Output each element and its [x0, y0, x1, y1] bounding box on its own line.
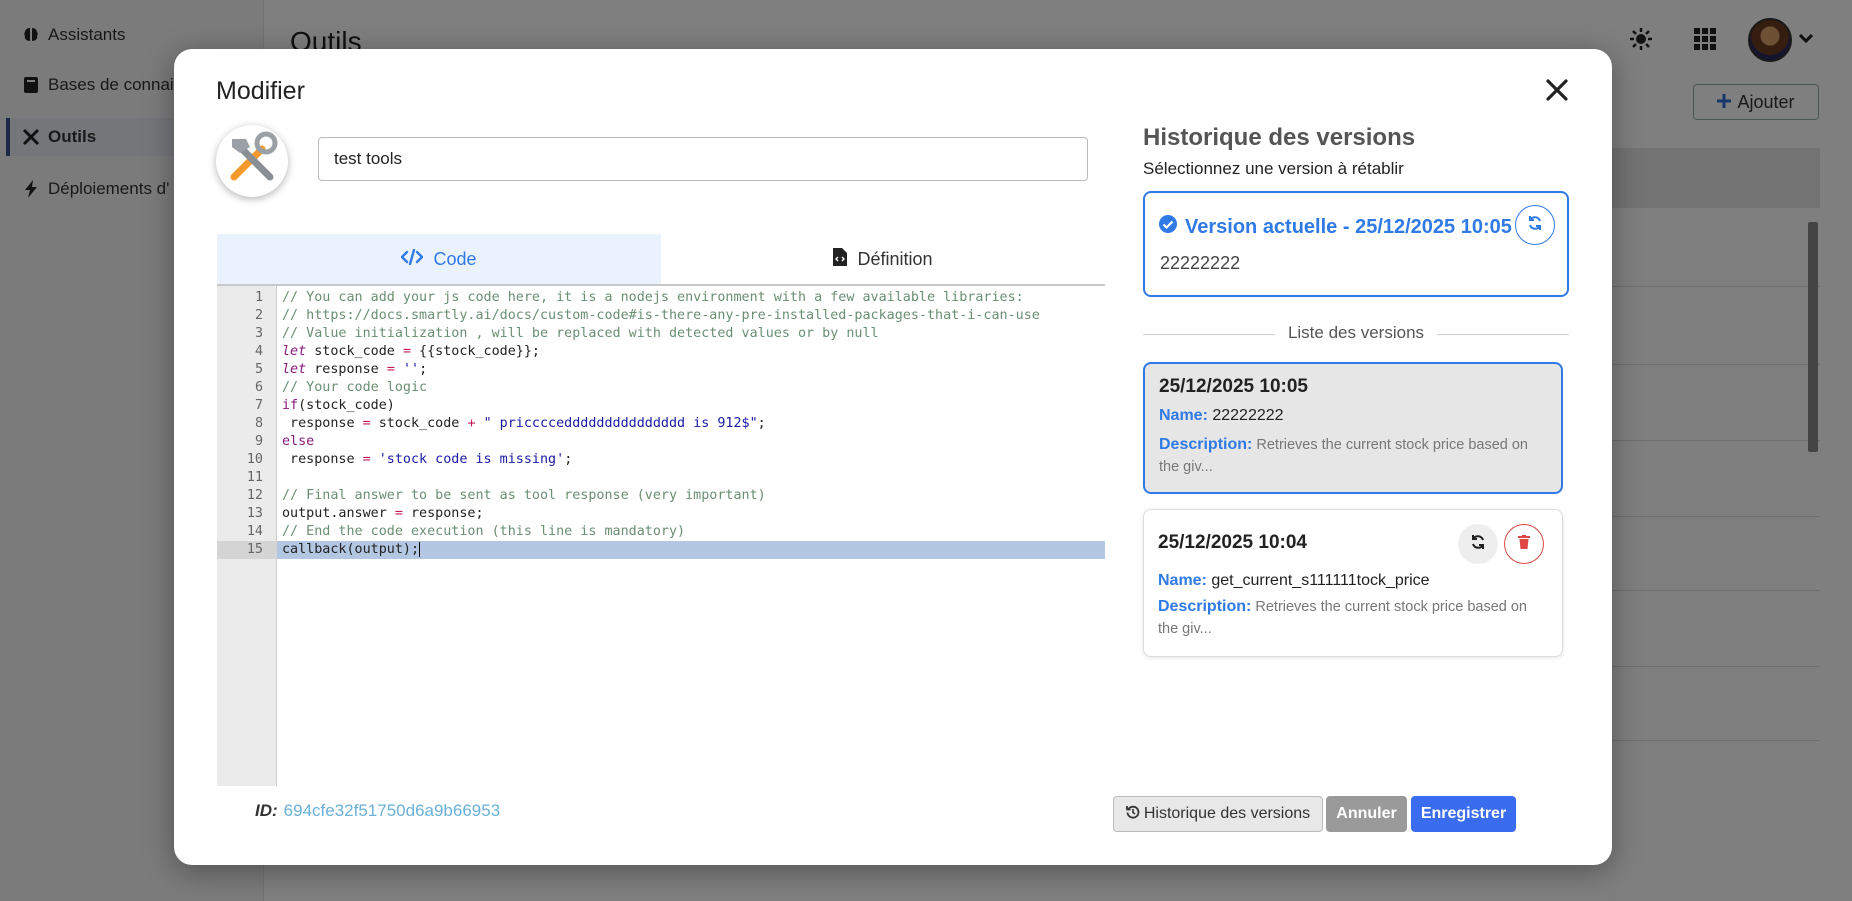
hammer-wrench-icon: [222, 129, 282, 194]
code-line[interactable]: 4 let stock_code = {{stock_code}};: [217, 343, 1105, 361]
version-card-selected[interactable]: 25/12/2025 10:05 Name: 22222222 Descript…: [1143, 362, 1563, 494]
code-text: let stock_code = {{stock_code}};: [282, 344, 540, 359]
current-version-label: Version actuelle - 25/12/2025 10:05: [1185, 215, 1512, 238]
name-value: get_current_s111111tock_price: [1211, 572, 1430, 589]
version-date: 25/12/2025 10:05: [1159, 376, 1308, 397]
line-number: 13: [246, 506, 263, 521]
code-line[interactable]: 15 callback(output);: [217, 541, 1105, 559]
code-text: output.answer = response;: [282, 506, 484, 521]
code-line[interactable]: 5 let response = '';: [217, 361, 1105, 379]
refresh-icon: [1470, 534, 1486, 555]
code-line[interactable]: 1 // You can add your js code here, it is…: [217, 289, 1105, 307]
button-label: Historique des versions: [1143, 805, 1311, 822]
tab-label: Code: [433, 248, 477, 269]
code-line[interactable]: 8 response = stock_code + " priccccedddd…: [217, 415, 1105, 433]
version-name: Name: get_current_s111111tock_price: [1158, 572, 1430, 590]
version-description: Description: Retrieves the current stock…: [1158, 596, 1548, 640]
tab-definition[interactable]: Définition: [661, 234, 1105, 284]
tab-label: Définition: [857, 248, 933, 269]
code-text: // End the code execution (this line is …: [282, 524, 686, 539]
line-number: 8: [254, 416, 263, 431]
line-number: 11: [246, 470, 263, 485]
tool-id: ID: 694cfe32f51750d6a9b66953: [255, 801, 500, 821]
history-title: Historique des versions: [1143, 124, 1416, 151]
tab-code[interactable]: Code: [217, 234, 661, 284]
desc-label: Description:: [1159, 436, 1253, 453]
cancel-button[interactable]: Annuler: [1326, 796, 1407, 832]
restore-version-button[interactable]: [1458, 524, 1498, 564]
code-text: // Value initialization , will be replac…: [282, 326, 879, 341]
close-icon: [1546, 78, 1568, 106]
check-circle-icon: [1159, 215, 1177, 239]
history-icon: [1125, 805, 1140, 824]
code-line[interactable]: 14 // End the code execution (this line i…: [217, 523, 1105, 541]
code-line[interactable]: 13 output.answer = response;: [217, 505, 1105, 523]
code-text: // You can add your js code here, it is …: [282, 290, 1024, 305]
version-date: 25/12/2025 10:04: [1158, 532, 1307, 553]
line-number: 15: [217, 541, 277, 559]
line-number: 5: [254, 362, 263, 377]
code-line[interactable]: 9 else: [217, 433, 1105, 451]
code-text: response = stock_code + " priccccedddddd…: [282, 416, 766, 431]
code-icon: [400, 248, 425, 270]
current-version-value: 22222222: [1160, 253, 1241, 273]
code-text: // Final answer to be sent as tool respo…: [282, 488, 766, 503]
version-description: Description: Retrieves the current stock…: [1159, 434, 1549, 478]
code-line[interactable]: 10 response = 'stock code is missing';: [217, 451, 1105, 469]
version-history-button[interactable]: Historique des versions: [1113, 796, 1323, 832]
code-text: let response = '';: [282, 362, 428, 377]
code-text: // https://docs.smartly.ai/docs/custom-c…: [282, 308, 1040, 323]
code-line[interactable]: 12 // Final answer to be sent as tool res…: [217, 487, 1105, 505]
line-number: 3: [254, 326, 263, 341]
id-label: ID:: [255, 801, 278, 820]
current-version-title: Version actuelle - 25/12/2025 10:05: [1159, 215, 1512, 239]
code-line[interactable]: 3 // Value initialization , will be repla…: [217, 325, 1105, 343]
line-number: 9: [254, 434, 263, 449]
close-button[interactable]: [1542, 77, 1572, 107]
editor-tabs: Code Définition: [217, 234, 1105, 286]
tool-avatar[interactable]: [216, 125, 288, 197]
version-card[interactable]: 25/12/2025 10:04 Name: get_current_s1111…: [1143, 509, 1563, 657]
line-number: 2: [254, 308, 263, 323]
modal-title: Modifier: [216, 77, 305, 105]
tool-name-input[interactable]: [318, 137, 1088, 181]
code-line[interactable]: 7 if(stock_code): [217, 397, 1105, 415]
code-line[interactable]: 6 // Your code logic: [217, 379, 1105, 397]
line-number: 14: [246, 524, 263, 539]
name-value: 22222222: [1212, 407, 1284, 424]
line-number: 6: [254, 380, 263, 395]
desc-label: Description:: [1158, 598, 1252, 615]
delete-version-button[interactable]: [1504, 524, 1544, 564]
divider-line: [1437, 334, 1569, 335]
versions-list-label: Liste des versions: [1287, 323, 1425, 342]
current-version-card: Version actuelle - 25/12/2025 10:05 2222…: [1143, 191, 1569, 297]
code-text: else: [282, 434, 315, 449]
edit-modal: Modifier Code Définition: [174, 49, 1612, 865]
line-number: 12: [246, 488, 263, 503]
code-text: // Your code logic: [282, 380, 428, 395]
name-label: Name:: [1158, 572, 1207, 589]
history-subtitle: Sélectionnez une version à rétablir: [1143, 159, 1404, 178]
version-name: Name: 22222222: [1159, 407, 1284, 425]
code-line[interactable]: 2 // https://docs.smartly.ai/docs/custom-…: [217, 307, 1105, 325]
refresh-current-button[interactable]: [1515, 205, 1555, 245]
id-value: 694cfe32f51750d6a9b66953: [283, 801, 501, 820]
line-number: 4: [254, 344, 263, 359]
versions-divider: Liste des versions: [1143, 323, 1569, 345]
code-text: if(stock_code): [282, 398, 395, 413]
code-text: callback(output);: [282, 541, 421, 557]
trash-icon: [1518, 534, 1530, 554]
code-editor[interactable]: 1 // You can add your js code here, it is…: [217, 286, 1105, 786]
code-text: response = 'stock code is missing';: [282, 452, 573, 467]
file-code-icon: [833, 247, 848, 271]
name-label: Name:: [1159, 407, 1208, 424]
line-number: 1: [254, 290, 263, 305]
line-number: 10: [246, 452, 263, 467]
line-number: 7: [254, 398, 263, 413]
refresh-icon: [1527, 215, 1543, 236]
code-line[interactable]: 11: [217, 469, 1105, 487]
save-button[interactable]: Enregistrer: [1411, 796, 1516, 832]
